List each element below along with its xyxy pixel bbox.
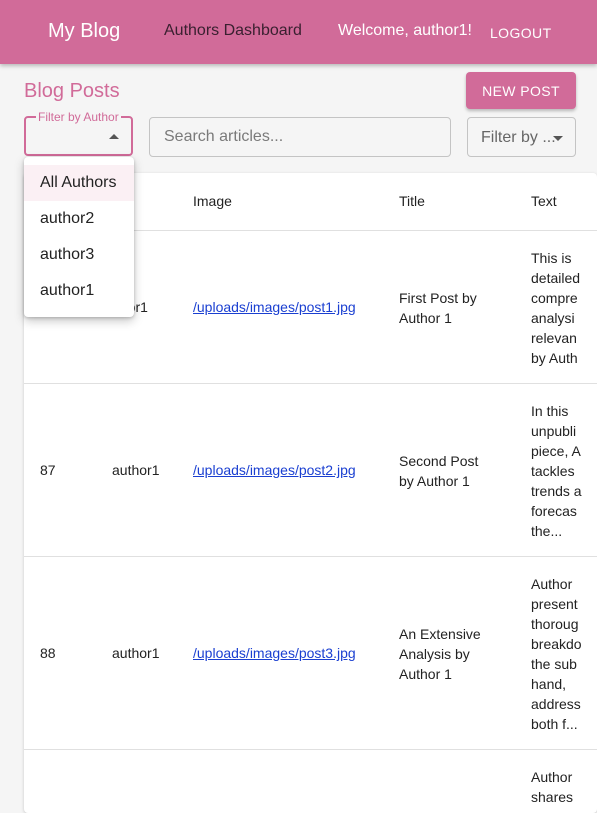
menu-item-author2[interactable]: author2	[24, 201, 134, 237]
nav-authors-dashboard[interactable]: Authors Dashboard	[164, 22, 302, 40]
new-post-button[interactable]: NEW POST	[466, 72, 576, 109]
cell-text: In this unpubli piece, A tackles trends …	[531, 403, 582, 539]
cell-id: 88	[40, 645, 56, 661]
cell-text: Author present thoroug breakdo the sub h…	[531, 576, 582, 732]
table-row[interactable]: 87 author1 /uploads/images/post2.jpg Sec…	[24, 383, 597, 557]
cell-image-link[interactable]: /uploads/images/post2.jpg	[193, 462, 356, 478]
page-title: Blog Posts	[24, 80, 120, 102]
cell-author: author1	[112, 462, 160, 478]
menu-item-all-authors[interactable]: All Authors	[24, 165, 134, 201]
menu-item-author1[interactable]: author1	[24, 273, 134, 309]
author-filter-menu: All Authors author2 author3 author1	[24, 157, 134, 317]
cell-title: Second Post by Author 1	[399, 453, 479, 489]
column-header-text[interactable]: Text	[531, 193, 557, 209]
filter-by-select[interactable]: Filter by ...	[467, 117, 576, 157]
cell-id: 87	[40, 462, 56, 478]
cell-title: An Extensive Analysis by Author 1	[399, 626, 481, 682]
caret-up-icon	[109, 134, 119, 139]
menu-item-author3[interactable]: author3	[24, 237, 134, 273]
table-row[interactable]: 88 author1 /uploads/images/post3.jpg An …	[24, 556, 597, 750]
cell-author: author1	[112, 645, 160, 661]
search-field[interactable]	[149, 117, 451, 157]
cell-text: Author shares	[531, 769, 574, 805]
column-header-image[interactable]: Image	[193, 193, 232, 209]
filter-by-label: Filter by ...	[481, 129, 556, 146]
cell-image-link[interactable]: /uploads/images/post3.jpg	[193, 645, 356, 661]
welcome-text: Welcome, author1!	[338, 22, 472, 39]
author-filter-label: Filter by Author	[36, 110, 121, 124]
cell-text: This is detailed compre analysi relevan …	[531, 250, 581, 366]
brand-title[interactable]: My Blog	[48, 20, 120, 43]
search-input[interactable]	[150, 118, 444, 156]
author-filter-select[interactable]: Filter by Author	[24, 110, 133, 156]
cell-title: First Post by Author 1	[399, 290, 477, 326]
column-header-title[interactable]: Title	[399, 193, 425, 209]
app-bar: My Blog Authors Dashboard Welcome, autho…	[0, 0, 597, 64]
logout-button[interactable]: LOGOUT	[490, 25, 552, 41]
table-row[interactable]: Author shares	[24, 749, 597, 813]
cell-image-link[interactable]: /uploads/images/post1.jpg	[193, 299, 356, 315]
caret-down-icon	[553, 136, 563, 141]
